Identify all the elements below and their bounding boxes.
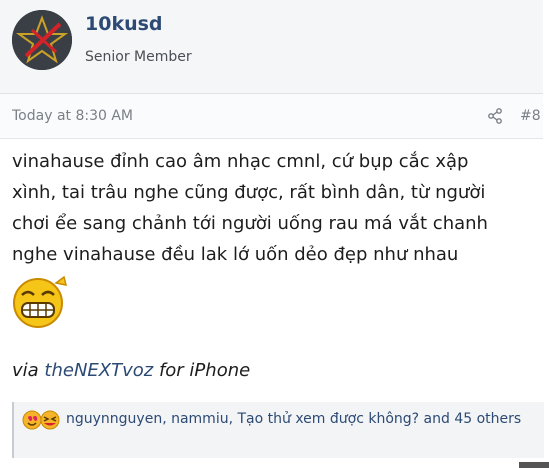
- post-number-link[interactable]: #8: [520, 108, 541, 124]
- message-line: xình, tai trâu nghe cũng được, rất bình …: [12, 182, 486, 203]
- post-timestamp[interactable]: Today at 8:30 AM: [12, 108, 133, 124]
- reactions-bar[interactable]: nguynnguyen, nammiu, Tạo thử xem được kh…: [12, 402, 544, 458]
- app-link[interactable]: theNEXTvoz: [44, 360, 153, 381]
- via-prefix: via: [12, 360, 45, 381]
- post-message: vinahause đỉnh cao âm nhạc cmnl, cứ bụp …: [12, 146, 537, 270]
- star-avatar-icon: [12, 10, 72, 70]
- message-line: chơi ểe sang chảnh tới người uống rau má…: [12, 213, 488, 234]
- user-title: Senior Member: [85, 49, 192, 65]
- post-meta-bar: Today at 8:30 AM #8: [0, 94, 543, 139]
- post-container: 10kusd Senior Member Today at 8:30 AM #8…: [0, 0, 549, 468]
- scrollbar-corner: [519, 462, 549, 468]
- share-icon[interactable]: [487, 108, 503, 124]
- grinning-emoji-icon: [13, 275, 68, 328]
- message-line: nghe vinahause đều lak lớ uốn dẻo đẹp nh…: [12, 244, 459, 265]
- post-author-bar: 10kusd Senior Member: [0, 0, 543, 94]
- avatar[interactable]: [12, 10, 72, 70]
- post-signature: via theNEXTvoz for iPhone: [12, 360, 250, 381]
- reaction-users-link[interactable]: nguynnguyen, nammiu, Tạo thử xem được kh…: [22, 408, 522, 431]
- via-suffix: for iPhone: [153, 360, 251, 381]
- message-line: vinahause đỉnh cao âm nhạc cmnl, cứ bụp …: [12, 151, 469, 172]
- username[interactable]: 10kusd: [85, 13, 163, 35]
